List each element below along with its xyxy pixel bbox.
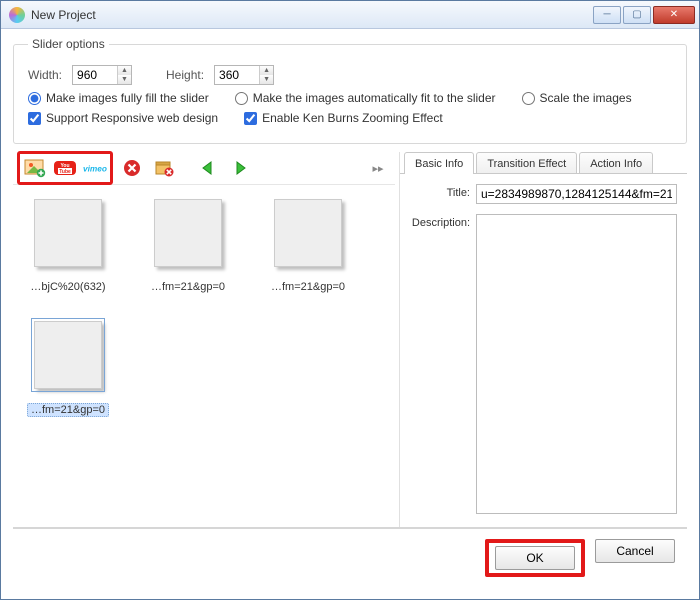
add-media-group-highlight: You Tube vimeo <box>17 151 113 185</box>
width-down-icon[interactable]: ▼ <box>118 75 131 84</box>
thumbnail-area[interactable]: bjC%20(632) fm=21&gp=0 fm=21&gp=0 fm=21&gp=… <box>13 184 395 527</box>
slider-options-group: Slider options Width: ▲▼ Height: ▲▼ Make… <box>13 37 687 144</box>
mid-area: You Tube vimeo <box>13 152 687 527</box>
radio-fit[interactable]: Make the images automatically fit to the… <box>235 91 496 105</box>
window-controls: ─ ▢ ✕ <box>593 6 695 24</box>
width-input[interactable] <box>73 66 117 84</box>
check-kenburns[interactable]: Enable Ken Burns Zooming Effect <box>244 111 443 125</box>
slider-options-legend: Slider options <box>28 37 109 51</box>
vimeo-icon: vimeo <box>83 158 107 178</box>
youtube-icon: You Tube <box>53 158 77 178</box>
toolbar-expand-button[interactable]: ▸▸ <box>365 155 391 181</box>
tab-body: Title: Description: <box>400 173 687 527</box>
thumbnail-image[interactable] <box>34 321 102 389</box>
thumbnail-caption: fm=21&gp=0 <box>271 281 345 293</box>
tab-transition[interactable]: Transition Effect <box>476 152 577 174</box>
image-toolbar: You Tube vimeo <box>13 152 395 184</box>
thumbnail[interactable]: fm=21&gp=0 <box>265 199 351 293</box>
cancel-button[interactable]: Cancel <box>595 539 675 563</box>
delete-all-button[interactable] <box>151 155 177 181</box>
radio-fit-input[interactable] <box>235 92 248 105</box>
prev-button[interactable] <box>195 155 221 181</box>
description-textarea[interactable] <box>476 214 677 514</box>
check-responsive-label: Support Responsive web design <box>46 111 218 125</box>
thumbnail[interactable]: fm=21&gp=0 <box>145 199 231 293</box>
titlebar: New Project ─ ▢ ✕ <box>1 1 699 29</box>
next-button[interactable] <box>227 155 253 181</box>
window-title: New Project <box>31 8 593 22</box>
client-area: Slider options Width: ▲▼ Height: ▲▼ Make… <box>1 29 699 599</box>
app-icon <box>9 7 25 23</box>
radio-scale-input[interactable] <box>522 92 535 105</box>
radio-fill-label: Make images fully fill the slider <box>46 91 209 105</box>
tab-action-info[interactable]: Action Info <box>579 152 653 174</box>
width-stepper[interactable]: ▲▼ <box>72 65 132 85</box>
options-row: Support Responsive web design Enable Ken… <box>28 111 672 125</box>
close-button[interactable]: ✕ <box>653 6 695 24</box>
thumbnail-caption: fm=21&gp=0 <box>27 403 109 417</box>
add-image-button[interactable] <box>22 155 48 181</box>
footer: OK Cancel <box>13 527 687 587</box>
height-down-icon[interactable]: ▼ <box>260 75 273 84</box>
add-vimeo-button[interactable]: vimeo <box>82 155 108 181</box>
radio-fill-input[interactable] <box>28 92 41 105</box>
height-label: Height: <box>166 68 204 82</box>
arrow-left-icon <box>198 158 218 178</box>
height-input[interactable] <box>215 66 259 84</box>
thumbnail[interactable]: fm=21&gp=0 <box>25 321 111 417</box>
radio-fill[interactable]: Make images fully fill the slider <box>28 91 209 105</box>
width-label: Width: <box>28 68 62 82</box>
maximize-button[interactable]: ▢ <box>623 6 651 24</box>
thumbnail[interactable]: bjC%20(632) <box>25 199 111 293</box>
thumbnail-image[interactable] <box>154 199 222 267</box>
add-youtube-button[interactable]: You Tube <box>52 155 78 181</box>
arrow-right-icon <box>230 158 250 178</box>
desc-field-row: Description: <box>408 214 677 517</box>
height-stepper[interactable]: ▲▼ <box>214 65 274 85</box>
delete-all-icon <box>153 158 175 178</box>
desc-label: Description: <box>408 214 470 229</box>
tab-basic-info[interactable]: Basic Info <box>404 152 474 174</box>
thumbnail-image[interactable] <box>34 199 102 267</box>
title-field-row: Title: <box>408 184 677 204</box>
add-image-icon <box>24 158 46 178</box>
thumbnail-image[interactable] <box>274 199 342 267</box>
left-pane: You Tube vimeo <box>13 152 395 527</box>
radio-scale-label: Scale the images <box>540 91 632 105</box>
dimensions-row: Width: ▲▼ Height: ▲▼ <box>28 65 672 85</box>
radio-scale[interactable]: Scale the images <box>522 91 632 105</box>
tab-strip: Basic Info Transition Effect Action Info <box>400 152 687 174</box>
title-label: Title: <box>408 184 470 199</box>
check-responsive[interactable]: Support Responsive web design <box>28 111 218 125</box>
svg-text:Tube: Tube <box>59 169 71 175</box>
title-input[interactable] <box>476 184 677 204</box>
width-up-icon[interactable]: ▲ <box>118 66 131 75</box>
expand-icon: ▸▸ <box>372 162 383 175</box>
radio-fit-label: Make the images automatically fit to the… <box>253 91 496 105</box>
delete-icon <box>122 158 142 178</box>
thumbnail-caption: bjC%20(632) <box>30 281 105 293</box>
delete-button[interactable] <box>119 155 145 181</box>
ok-button[interactable]: OK <box>495 546 575 570</box>
ok-button-highlight: OK <box>485 539 585 577</box>
check-kenburns-input[interactable] <box>244 112 257 125</box>
svg-text:vimeo: vimeo <box>83 164 107 174</box>
height-up-icon[interactable]: ▲ <box>260 66 273 75</box>
check-kenburns-label: Enable Ken Burns Zooming Effect <box>262 111 443 125</box>
fill-mode-row: Make images fully fill the slider Make t… <box>28 91 672 105</box>
minimize-button[interactable]: ─ <box>593 6 621 24</box>
dialog-window: New Project ─ ▢ ✕ Slider options Width: … <box>0 0 700 600</box>
thumbnail-caption: fm=21&gp=0 <box>151 281 225 293</box>
right-pane: Basic Info Transition Effect Action Info… <box>399 152 687 527</box>
check-responsive-input[interactable] <box>28 112 41 125</box>
